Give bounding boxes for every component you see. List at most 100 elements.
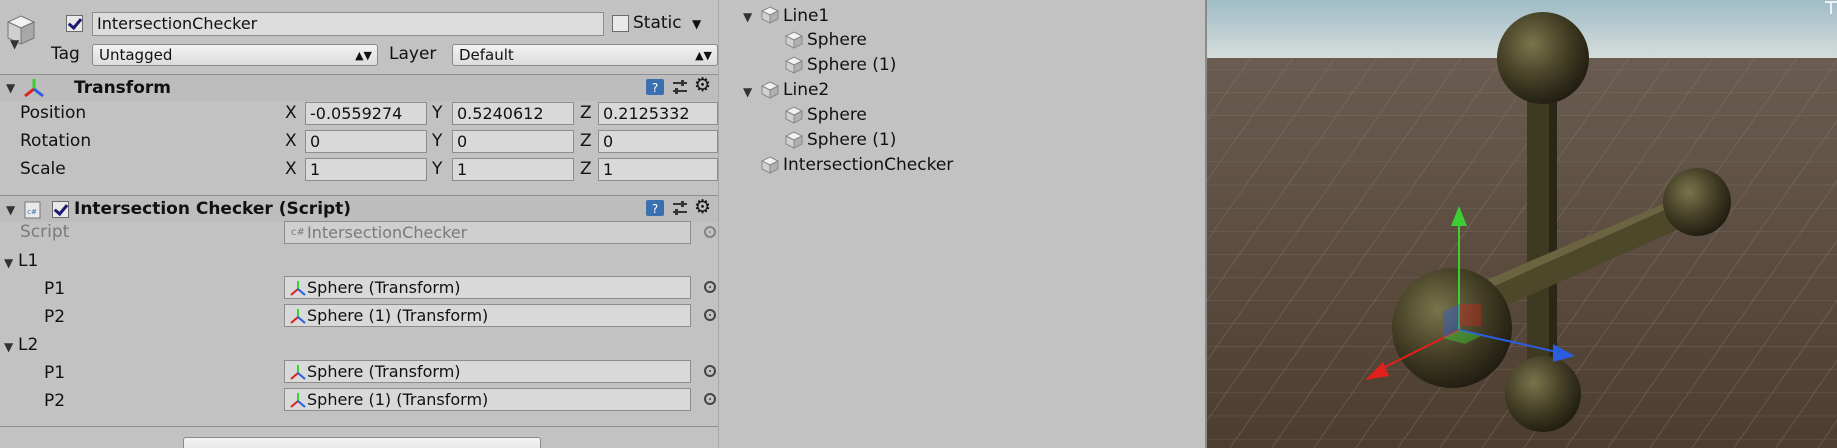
unity-editor: ▼ IntersectionChecker Static ▼ Tag Untag…	[0, 0, 1837, 448]
l2-p1-field[interactable]: Sphere (Transform)	[284, 360, 691, 383]
hierarchy-item-intersectionchecker[interactable]: IntersectionChecker	[783, 155, 953, 175]
help-book-icon[interactable]: ?	[645, 77, 665, 97]
gear-icon[interactable]: ⚙	[694, 74, 711, 96]
chevron-updown-icon: ▲▼	[695, 49, 712, 62]
line1-bar	[1527, 90, 1549, 372]
l2-p2-field[interactable]: Sphere (1) (Transform)	[284, 388, 691, 411]
scene-view[interactable]	[1205, 0, 1837, 448]
axis-y-label: Y	[432, 103, 443, 123]
gameobject-cube-icon	[761, 156, 779, 174]
axis-x-label: X	[285, 159, 297, 179]
object-picker-icon[interactable]	[704, 365, 716, 377]
transform-axes-icon	[24, 79, 44, 98]
fold-arrow-icon[interactable]: ▼	[4, 340, 13, 354]
tag-value: Untagged	[99, 46, 173, 64]
axis-y-label: Y	[432, 131, 443, 151]
preset-sliders-icon[interactable]	[670, 198, 690, 218]
hierarchy-item-sphere-1[interactable]: Sphere (1)	[807, 55, 896, 75]
svg-text:?: ?	[652, 81, 658, 95]
sphere-top	[1497, 12, 1589, 104]
component-enabled-checkbox[interactable]	[52, 201, 69, 218]
svg-text:c#: c#	[27, 208, 37, 216]
help-book-icon[interactable]: ?	[645, 198, 665, 218]
axis-z-label: Z	[580, 131, 592, 151]
l2-p2-value: Sphere (1) (Transform)	[307, 390, 489, 409]
fold-arrow-icon[interactable]: ▼	[6, 203, 15, 217]
gameobject-cube-icon	[761, 81, 779, 99]
gizmo-plane-handle[interactable]	[1459, 304, 1481, 326]
tag-dropdown[interactable]: Untagged ▲▼	[92, 44, 378, 66]
gameobject-cube-icon	[785, 131, 803, 149]
l2-p1-value: Sphere (Transform)	[307, 362, 461, 381]
scene-viewport[interactable]	[1207, 0, 1837, 448]
transform-title: Transform	[74, 78, 171, 98]
fold-arrow-icon[interactable]: ▼	[4, 256, 13, 270]
line1-bar-side	[1549, 90, 1557, 372]
group-l2-label: L2	[18, 335, 39, 355]
scale-z-field[interactable]: 1	[598, 158, 718, 181]
object-name-field[interactable]: IntersectionChecker	[92, 12, 604, 36]
position-y-field[interactable]: 0.5240612	[452, 102, 574, 125]
position-label: Position	[20, 103, 87, 123]
object-picker-icon	[704, 226, 716, 238]
rotation-z-field[interactable]: 0	[598, 130, 718, 153]
rotation-x-field[interactable]: 0	[305, 130, 427, 153]
transform-axes-icon	[290, 309, 306, 324]
layer-dropdown[interactable]: Default ▲▼	[452, 44, 718, 66]
position-x-field[interactable]: -0.0559274	[305, 102, 427, 125]
axis-x-label: X	[285, 103, 297, 123]
l2-p1-label: P1	[44, 363, 66, 383]
axis-z-label: Z	[580, 159, 592, 179]
expand-arrow-icon[interactable]: ▼	[743, 10, 752, 24]
object-picker-icon[interactable]	[704, 281, 716, 293]
static-label: Static	[633, 13, 682, 33]
preset-sliders-icon[interactable]	[670, 77, 690, 97]
divider	[0, 426, 718, 427]
transform-axes-icon	[290, 281, 306, 296]
transform-axes-icon	[290, 365, 306, 380]
gameobject-cube-icon	[761, 6, 779, 24]
hierarchy-item-sphere-1[interactable]: Sphere (1)	[807, 130, 896, 150]
chevron-updown-icon: ▲▼	[355, 49, 372, 62]
rotation-y-field[interactable]: 0	[452, 130, 574, 153]
scale-label: Scale	[20, 159, 66, 179]
scale-x-field[interactable]: 1	[305, 158, 427, 181]
script-value: IntersectionChecker	[307, 223, 468, 242]
l1-p1-field[interactable]: Sphere (Transform)	[284, 276, 691, 299]
expand-arrow-icon[interactable]: ▼	[743, 85, 752, 99]
l1-p1-value: Sphere (Transform)	[307, 278, 461, 297]
script-field: c# IntersectionChecker	[284, 221, 691, 244]
axis-y-label: Y	[432, 159, 443, 179]
object-picker-icon[interactable]	[704, 309, 716, 321]
object-picker-icon[interactable]	[704, 393, 716, 405]
static-checkbox[interactable]	[612, 15, 629, 32]
add-component-button[interactable]	[183, 437, 541, 448]
hierarchy-item-line1[interactable]: Line1	[783, 6, 829, 26]
hierarchy-item-line2[interactable]: Line2	[783, 80, 829, 100]
svg-text:?: ?	[652, 202, 658, 216]
hierarchy-item-sphere[interactable]: Sphere	[807, 105, 867, 125]
l1-p2-label: P2	[44, 307, 66, 327]
hierarchy-item-sphere[interactable]: Sphere	[807, 30, 867, 50]
hierarchy-panel: ▼ Line1 Sphere Sphere (1) ▼ Line2 Sphere…	[718, 0, 1206, 448]
l2-p2-label: P2	[44, 391, 66, 411]
l1-p2-value: Sphere (1) (Transform)	[307, 306, 489, 325]
active-checkbox[interactable]	[66, 15, 83, 32]
gear-icon[interactable]: ⚙	[694, 196, 711, 218]
l1-p2-field[interactable]: Sphere (1) (Transform)	[284, 304, 691, 327]
script-label: Script	[20, 222, 70, 242]
scale-y-field[interactable]: 1	[452, 158, 574, 181]
sphere-bottom	[1505, 356, 1581, 432]
gameobject-cube-icon	[785, 56, 803, 74]
fold-arrow-icon[interactable]: ▼	[6, 81, 15, 95]
axis-x-label: X	[285, 131, 297, 151]
gameobject-cube-icon	[785, 31, 803, 49]
rotation-label: Rotation	[20, 131, 92, 151]
position-z-field[interactable]: 0.2125332	[598, 102, 718, 125]
sphere-right	[1663, 168, 1731, 236]
csharp-script-icon: c#	[291, 227, 305, 238]
layer-value: Default	[459, 46, 514, 64]
gameobject-dropdown-icon[interactable]: ▼	[10, 37, 19, 51]
layer-label: Layer	[389, 44, 437, 64]
static-dropdown-icon[interactable]: ▼	[692, 17, 701, 31]
